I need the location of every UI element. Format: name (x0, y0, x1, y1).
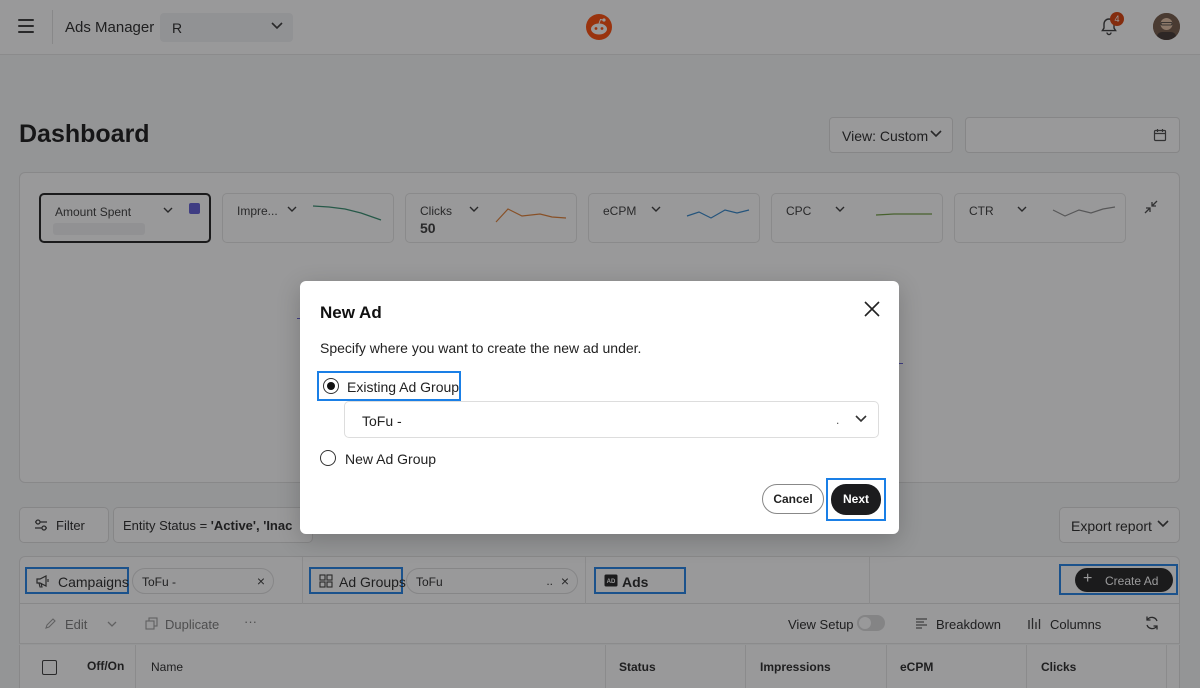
next-button[interactable]: Next (831, 484, 881, 515)
radio-existing-ad-group[interactable]: Existing Ad Group (317, 371, 461, 401)
ad-group-select-value: ToFu - (362, 413, 402, 429)
next-highlight: Next (826, 478, 886, 521)
dialog-description: Specify where you want to create the new… (320, 340, 642, 356)
chevron-down-icon (855, 415, 867, 423)
radio-button[interactable] (320, 450, 336, 466)
new-ad-dialog: New Ad Specify where you want to create … (300, 281, 899, 534)
radio-button-checked[interactable] (323, 378, 339, 394)
cancel-button[interactable]: Cancel (762, 484, 824, 514)
close-icon[interactable] (862, 299, 882, 319)
radio-new-label: New Ad Group (345, 451, 437, 467)
radio-new-ad-group[interactable]: New Ad Group (317, 444, 457, 472)
dialog-title: New Ad (320, 303, 382, 322)
ad-group-select-trail: . (836, 413, 840, 427)
radio-existing-label: Existing Ad Group (347, 379, 460, 395)
ad-group-select[interactable]: ToFu - . (344, 401, 879, 438)
